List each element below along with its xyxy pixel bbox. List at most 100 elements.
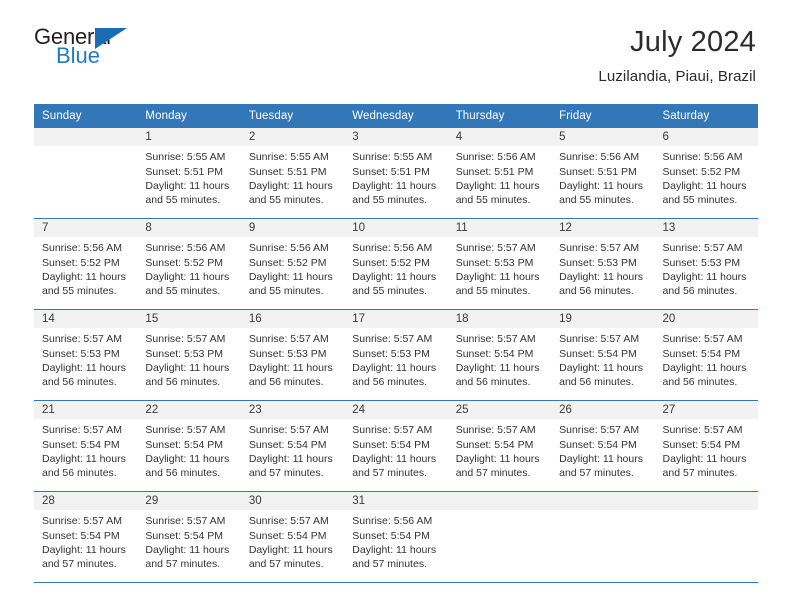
calendar-day-number: 28 (34, 492, 138, 511)
sunrise-text: Sunrise: 5:57 AM (455, 424, 536, 437)
calendar-day-number: 22 (137, 401, 241, 420)
calendar-day-details: Sunrise: 5:56 AM Sunset: 5:54 PM Daylight:… (344, 510, 447, 571)
calendar-day-cell[interactable]: 5 Sunrise: 5:56 AM Sunset: 5:51 PM Daylight… (551, 128, 655, 219)
weekday-header-sunday: Sunday (42, 110, 82, 123)
calendar-day-cell[interactable]: 6 Sunrise: 5:56 AM Sunset: 5:52 PM Daylight… (654, 128, 758, 219)
sunrise-text: Sunrise: 5:57 AM (352, 424, 433, 437)
daylight-text-line2: and 57 minutes. (662, 466, 738, 479)
daylight-text-line1: Daylight: 11 hours (42, 361, 126, 374)
calendar-day-details: Sunrise: 5:57 AM Sunset: 5:53 PM Daylight:… (241, 328, 344, 389)
sunrise-text: Sunrise: 5:56 AM (559, 151, 640, 164)
daylight-text-line2: and 57 minutes. (42, 557, 117, 570)
calendar-day-number: 13 (654, 219, 758, 238)
daylight-text-line2: and 56 minutes. (559, 284, 634, 297)
sunset-text: Sunset: 5:54 PM (662, 438, 741, 451)
calendar-day-number (551, 492, 655, 511)
daylight-text-line2: and 56 minutes. (455, 375, 531, 388)
daylight-text-line1: Daylight: 11 hours (145, 452, 230, 465)
calendar-day-details: Sunrise: 5:57 AM Sunset: 5:54 PM Daylight:… (241, 510, 344, 571)
title-block: July 2024 Luzilandia, Piaui, Brazil (598, 26, 756, 85)
weekday-header-thursday: Thursday (455, 110, 505, 123)
daylight-text-line2: and 55 minutes. (42, 284, 117, 297)
calendar-day-number: 17 (344, 310, 448, 329)
weekday-header-friday: Friday (559, 110, 592, 123)
calendar-weeks: 1 Sunrise: 5:55 AM Sunset: 5:51 PM Daylight… (34, 128, 758, 583)
calendar-day-number: 4 (447, 128, 552, 147)
calendar-day-number: 31 (344, 492, 448, 511)
daylight-text-line2: and 55 minutes. (352, 284, 427, 297)
calendar-day-details: Sunrise: 5:57 AM Sunset: 5:54 PM Daylight:… (137, 510, 240, 571)
calendar-day-cell[interactable]: 7 Sunrise: 5:56 AM Sunset: 5:52 PM Daylight… (34, 219, 138, 310)
calendar-day-details: Sunrise: 5:56 AM Sunset: 5:52 PM Daylight:… (137, 237, 240, 298)
sunset-text: Sunset: 5:51 PM (352, 165, 430, 178)
calendar-day-cell[interactable]: 2 Sunrise: 5:55 AM Sunset: 5:51 PM Daylight… (240, 128, 345, 219)
daylight-text-line1: Daylight: 11 hours (559, 270, 643, 283)
daylight-text-line1: Daylight: 11 hours (455, 361, 540, 374)
sunrise-text: Sunrise: 5:57 AM (42, 515, 122, 528)
calendar-day-cell[interactable]: 1 Sunrise: 5:55 AM Sunset: 5:51 PM Daylight… (137, 128, 241, 219)
calendar-week-row: 14 Sunrise: 5:57 AM Sunset: 5:53 PM Dayligh… (34, 309, 758, 401)
calendar-day-number: 27 (654, 401, 758, 420)
daylight-text-line1: Daylight: 11 hours (662, 452, 747, 465)
sunrise-text: Sunrise: 5:56 AM (145, 242, 226, 255)
calendar-day-details: Sunrise: 5:55 AM Sunset: 5:51 PM Daylight:… (241, 146, 344, 207)
daylight-text-line1: Daylight: 11 hours (248, 543, 333, 556)
calendar-day-cell[interactable]: 20 Sunrise: 5:57 AM Sunset: 5:54 PM Dayligh… (654, 310, 758, 401)
daylight-text-line1: Daylight: 11 hours (248, 179, 333, 192)
calendar-day-details: Sunrise: 5:56 AM Sunset: 5:52 PM Daylight:… (241, 237, 344, 298)
calendar-day-cell[interactable]: 19 Sunrise: 5:57 AM Sunset: 5:54 PM Dayligh… (551, 310, 655, 401)
calendar-day-details: Sunrise: 5:55 AM Sunset: 5:51 PM Daylight:… (137, 146, 240, 207)
calendar-day-cell[interactable]: 29 Sunrise: 5:57 AM Sunset: 5:54 PM Dayligh… (137, 492, 241, 583)
calendar-day-details: Sunrise: 5:57 AM Sunset: 5:53 PM Daylight:… (655, 237, 758, 298)
daylight-text-line1: Daylight: 11 hours (145, 361, 230, 374)
sunrise-text: Sunrise: 5:56 AM (248, 242, 329, 255)
calendar-day-cell[interactable]: 26 Sunrise: 5:57 AM Sunset: 5:54 PM Dayligh… (551, 401, 655, 492)
weekday-header-tuesday: Tuesday (248, 110, 294, 123)
calendar-day-cell[interactable]: 31 Sunrise: 5:56 AM Sunset: 5:54 PM Dayligh… (344, 492, 448, 583)
calendar-day-cell[interactable]: 14 Sunrise: 5:57 AM Sunset: 5:53 PM Dayligh… (34, 310, 138, 401)
weekday-header-wednesday: Wednesday (352, 110, 414, 123)
sunset-text: Sunset: 5:54 PM (145, 529, 224, 542)
calendar-day-cell[interactable]: 15 Sunrise: 5:57 AM Sunset: 5:53 PM Dayligh… (137, 310, 241, 401)
calendar-day-cell-empty (447, 492, 552, 583)
weekday-header-saturday: Saturday (662, 110, 710, 123)
calendar-day-cell[interactable]: 18 Sunrise: 5:57 AM Sunset: 5:54 PM Dayligh… (447, 310, 552, 401)
calendar-day-cell[interactable]: 9 Sunrise: 5:56 AM Sunset: 5:52 PM Daylight… (240, 219, 345, 310)
daylight-text-line1: Daylight: 11 hours (42, 270, 126, 283)
calendar-week-row: 7 Sunrise: 5:56 AM Sunset: 5:52 PM Daylight… (34, 218, 758, 310)
calendar-day-cell[interactable]: 3 Sunrise: 5:55 AM Sunset: 5:51 PM Daylight… (344, 128, 448, 219)
calendar-day-cell[interactable]: 25 Sunrise: 5:57 AM Sunset: 5:54 PM Dayligh… (447, 401, 552, 492)
daylight-text-line1: Daylight: 11 hours (42, 543, 126, 556)
sunrise-text: Sunrise: 5:57 AM (455, 333, 536, 346)
calendar-week-row: 21 Sunrise: 5:57 AM Sunset: 5:54 PM Dayligh… (34, 400, 758, 492)
calendar-day-cell[interactable]: 13 Sunrise: 5:57 AM Sunset: 5:53 PM Dayligh… (654, 219, 758, 310)
daylight-text-line1: Daylight: 11 hours (248, 361, 333, 374)
sunrise-text: Sunrise: 5:57 AM (42, 424, 122, 437)
calendar-day-cell[interactable]: 22 Sunrise: 5:57 AM Sunset: 5:54 PM Dayligh… (137, 401, 241, 492)
calendar-day-cell[interactable]: 4 Sunrise: 5:56 AM Sunset: 5:51 PM Daylight… (447, 128, 552, 219)
sunrise-text: Sunrise: 5:57 AM (248, 333, 329, 346)
calendar-day-number: 30 (240, 492, 345, 511)
calendar-day-cell[interactable]: 21 Sunrise: 5:57 AM Sunset: 5:54 PM Dayligh… (34, 401, 138, 492)
calendar-day-cell-empty (34, 128, 138, 219)
calendar-day-cell[interactable]: 16 Sunrise: 5:57 AM Sunset: 5:53 PM Dayligh… (240, 310, 345, 401)
calendar-day-number: 10 (344, 219, 448, 238)
calendar-day-cell[interactable]: 12 Sunrise: 5:57 AM Sunset: 5:53 PM Dayligh… (551, 219, 655, 310)
calendar-day-details: Sunrise: 5:57 AM Sunset: 5:54 PM Daylight:… (344, 419, 447, 480)
calendar-day-cell[interactable]: 30 Sunrise: 5:57 AM Sunset: 5:54 PM Dayligh… (240, 492, 345, 583)
calendar-day-cell[interactable]: 24 Sunrise: 5:57 AM Sunset: 5:54 PM Dayligh… (344, 401, 448, 492)
calendar-day-cell[interactable]: 28 Sunrise: 5:57 AM Sunset: 5:54 PM Dayligh… (34, 492, 138, 583)
calendar-day-cell[interactable]: 23 Sunrise: 5:57 AM Sunset: 5:54 PM Dayligh… (240, 401, 345, 492)
calendar-day-details: Sunrise: 5:57 AM Sunset: 5:54 PM Daylight:… (448, 419, 551, 480)
calendar-day-cell[interactable]: 27 Sunrise: 5:57 AM Sunset: 5:54 PM Dayligh… (654, 401, 758, 492)
calendar-day-cell[interactable]: 10 Sunrise: 5:56 AM Sunset: 5:52 PM Dayligh… (344, 219, 448, 310)
calendar-day-details: Sunrise: 5:57 AM Sunset: 5:54 PM Daylight:… (241, 419, 344, 480)
calendar-day-number: 5 (551, 128, 655, 147)
brand-logo[interactable]: General Blue (34, 26, 144, 76)
sunset-text: Sunset: 5:54 PM (352, 438, 430, 451)
calendar-day-cell[interactable]: 17 Sunrise: 5:57 AM Sunset: 5:53 PM Dayligh… (344, 310, 448, 401)
daylight-text-line2: and 56 minutes. (559, 375, 634, 388)
sunrise-text: Sunrise: 5:57 AM (145, 424, 226, 437)
calendar-day-cell[interactable]: 8 Sunrise: 5:56 AM Sunset: 5:52 PM Daylight… (137, 219, 241, 310)
calendar-day-cell[interactable]: 11 Sunrise: 5:57 AM Sunset: 5:53 PM Dayligh… (447, 219, 552, 310)
